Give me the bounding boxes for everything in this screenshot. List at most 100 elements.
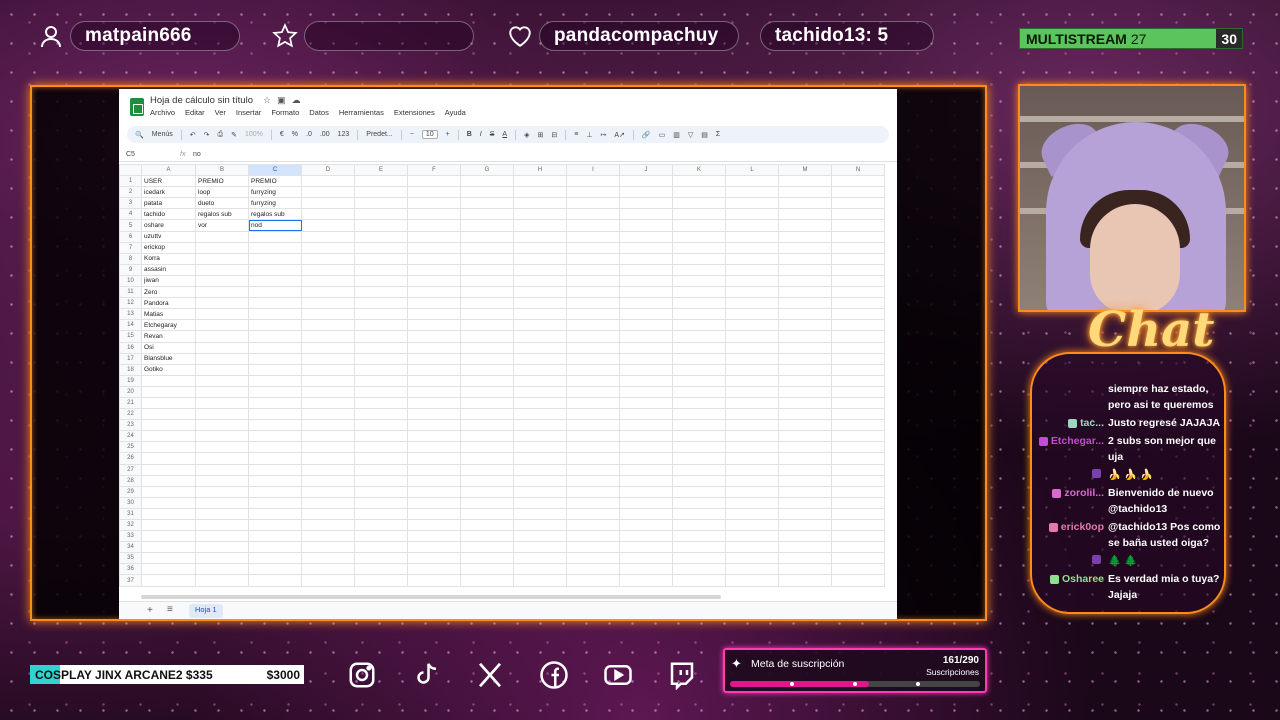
cell[interactable] — [778, 286, 832, 299]
cell[interactable] — [195, 274, 249, 288]
cell[interactable] — [248, 308, 302, 321]
cell[interactable] — [831, 507, 885, 521]
cell[interactable] — [619, 541, 673, 554]
cell[interactable] — [672, 541, 726, 554]
cell[interactable] — [301, 474, 355, 487]
cell[interactable] — [460, 530, 514, 543]
cell[interactable] — [248, 518, 302, 532]
cell[interactable] — [354, 341, 408, 354]
cell[interactable] — [354, 463, 408, 476]
redo-icon[interactable]: ↷ — [204, 131, 210, 139]
cell[interactable] — [460, 330, 514, 343]
cell[interactable] — [725, 286, 779, 299]
filter-views-icon[interactable]: ▤ — [701, 131, 708, 139]
cell[interactable] — [831, 219, 885, 232]
cell[interactable] — [195, 286, 249, 299]
cell[interactable] — [831, 563, 885, 576]
cell[interactable] — [672, 197, 726, 210]
cell[interactable] — [460, 441, 514, 454]
cell[interactable]: regalos sub — [195, 208, 249, 221]
cell[interactable] — [141, 507, 196, 521]
cell[interactable] — [725, 263, 779, 276]
cell[interactable] — [778, 541, 832, 554]
cell[interactable] — [407, 230, 461, 243]
cell[interactable] — [460, 319, 514, 332]
currency-button[interactable]: € — [280, 131, 284, 138]
cell[interactable] — [301, 330, 355, 343]
cell[interactable] — [460, 552, 514, 565]
cell[interactable] — [513, 396, 567, 410]
cell[interactable] — [725, 186, 779, 199]
cell[interactable] — [248, 452, 302, 465]
cell[interactable] — [672, 496, 726, 509]
cell[interactable] — [619, 552, 673, 565]
cell[interactable] — [407, 341, 461, 354]
menu-formato[interactable]: Formato — [271, 108, 299, 117]
row-header[interactable]: 22 — [119, 408, 142, 421]
row-header[interactable]: 16 — [119, 341, 142, 354]
cell[interactable] — [513, 474, 567, 487]
cell[interactable] — [407, 430, 461, 443]
cell[interactable] — [301, 186, 355, 199]
cell[interactable] — [831, 363, 885, 376]
cell[interactable] — [725, 352, 779, 365]
cell[interactable] — [831, 430, 885, 443]
cell[interactable] — [725, 463, 779, 476]
cell[interactable] — [672, 219, 726, 232]
cell[interactable] — [831, 208, 885, 221]
cell[interactable] — [301, 396, 355, 410]
row-header[interactable]: 37 — [119, 574, 142, 587]
row-header[interactable]: 11 — [119, 286, 142, 299]
cell[interactable] — [460, 175, 514, 188]
cell[interactable] — [778, 374, 832, 387]
cell[interactable] — [566, 507, 620, 521]
merge-cells-icon[interactable]: ⊟ — [551, 131, 557, 139]
row-header[interactable]: 24 — [119, 430, 142, 443]
cell[interactable] — [566, 263, 620, 276]
cell[interactable] — [407, 319, 461, 332]
cell[interactable] — [619, 219, 673, 232]
cell[interactable] — [619, 341, 673, 354]
cell[interactable] — [513, 496, 567, 509]
cell[interactable] — [566, 230, 620, 243]
cell[interactable] — [248, 252, 302, 265]
cell[interactable] — [460, 308, 514, 321]
cell[interactable] — [407, 297, 461, 310]
cell[interactable] — [460, 518, 514, 532]
cell[interactable] — [725, 518, 779, 532]
formula-input[interactable]: no — [193, 151, 201, 158]
cell[interactable] — [566, 430, 620, 443]
cell[interactable] — [301, 197, 355, 210]
cell[interactable] — [725, 241, 779, 254]
cell[interactable]: vor — [195, 219, 249, 232]
column-header-b[interactable]: B — [195, 163, 249, 177]
cell[interactable] — [354, 396, 408, 410]
cell[interactable] — [672, 552, 726, 565]
cell[interactable] — [513, 330, 567, 343]
cell[interactable] — [619, 363, 673, 376]
filter-icon[interactable]: ▽ — [688, 131, 693, 139]
menu-ayuda[interactable]: Ayuda — [445, 108, 466, 117]
cell[interactable] — [248, 507, 302, 521]
cell[interactable] — [566, 297, 620, 310]
cell[interactable] — [301, 518, 355, 532]
menu-archivo[interactable]: Archivo — [150, 108, 175, 117]
cell[interactable] — [460, 186, 514, 199]
cell[interactable] — [460, 474, 514, 487]
cell[interactable] — [301, 352, 355, 365]
row-header[interactable]: 1 — [119, 175, 142, 188]
cell[interactable]: icedark — [141, 186, 196, 199]
cell[interactable] — [407, 552, 461, 565]
cell[interactable] — [778, 452, 832, 465]
cell[interactable] — [301, 496, 355, 509]
cell[interactable] — [725, 374, 779, 387]
cell[interactable] — [831, 419, 885, 432]
cell[interactable] — [354, 208, 408, 221]
cell[interactable] — [354, 186, 408, 199]
cell[interactable] — [354, 241, 408, 254]
cell[interactable] — [619, 574, 673, 587]
cell[interactable] — [248, 341, 302, 354]
cell[interactable] — [778, 186, 832, 199]
cell[interactable] — [672, 186, 726, 199]
cell[interactable] — [460, 419, 514, 432]
